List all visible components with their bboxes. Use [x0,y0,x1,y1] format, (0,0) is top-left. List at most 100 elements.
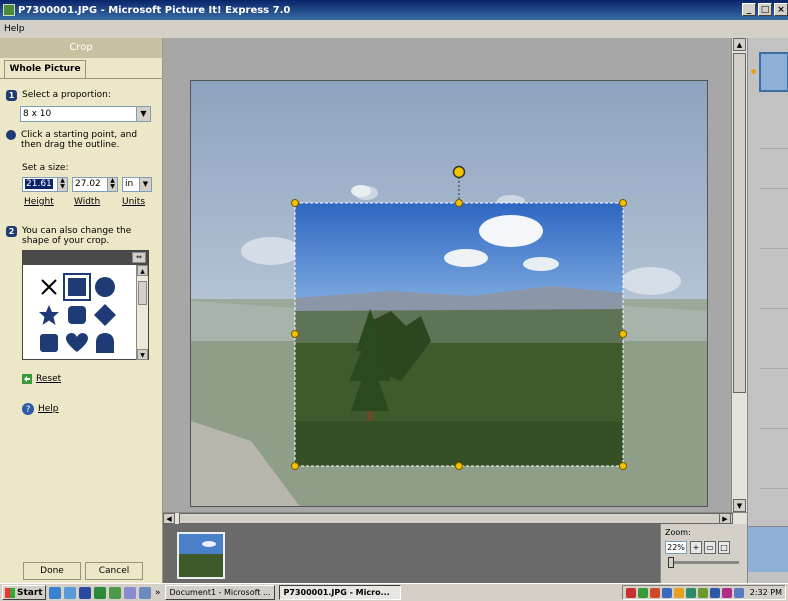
expand-icon[interactable]: ⇔ [132,252,146,263]
proportion-value: 8 x 10 [23,109,52,119]
scroll-up-icon[interactable]: ▲ [137,265,148,276]
desktop-icon[interactable] [139,586,151,599]
word-icon[interactable] [79,586,91,599]
rotate-handle-icon[interactable] [452,165,466,179]
scroll-down-icon[interactable]: ▼ [733,499,746,512]
preview-thumbnail[interactable] [748,526,788,572]
scroll-thumb[interactable] [138,281,147,305]
cancel-button[interactable]: Cancel [85,562,143,580]
film-thumbnail[interactable] [177,532,225,579]
zoom-slider-track[interactable] [669,561,739,564]
chevron-down-icon[interactable]: ▼ [139,178,151,191]
tray-icon[interactable] [625,587,636,598]
shape-square[interactable] [63,273,91,301]
title-bar: P7300001.JPG - Microsoft Picture It! Exp… [0,0,788,20]
shape-arch[interactable] [91,329,119,357]
tray-icon[interactable] [673,587,684,598]
scroll-right-icon[interactable]: ▶ [719,513,731,524]
app-icon[interactable] [124,586,136,599]
current-indicator-icon [751,69,756,74]
height-spinner[interactable]: 21.61 ▲ ▼ [22,177,68,192]
excel-icon[interactable] [94,586,106,599]
zoom-value-field[interactable]: 22% [665,541,687,554]
zoom-slider-knob[interactable] [668,557,674,568]
window-title: P7300001.JPG - Microsoft Picture It! Exp… [18,4,291,16]
close-button[interactable]: × [774,3,788,16]
chevron-down-icon[interactable]: ▼ [136,107,150,121]
reset-label[interactable]: Reset [36,374,61,384]
scroll-up-icon[interactable]: ▲ [733,38,746,51]
proportion-select[interactable]: 8 x 10 ▼ [20,106,151,122]
maximize-button[interactable]: □ [758,3,772,16]
thumbnail-strip [747,38,788,583]
zoom-in-icon[interactable]: + [690,541,702,554]
width-value[interactable]: 27.02 [75,179,101,189]
crop-handle-s[interactable] [455,462,463,470]
set-size-label: Set a size: [22,163,69,173]
scroll-thumb[interactable] [179,513,733,524]
tray-icon[interactable] [697,587,708,598]
tray-icon[interactable] [637,587,648,598]
task-picture-it[interactable]: P7300001.JPG - Micro... [278,585,401,600]
crop-handle-se[interactable] [619,462,627,470]
horizontal-scrollbar[interactable]: ◀ ▶ [163,512,747,524]
strip-divider [760,368,788,369]
reset-link[interactable]: Reset [22,374,61,384]
spinner-arrows-icon[interactable]: ▲ ▼ [107,178,117,191]
quicklaunch-chevron[interactable]: » [155,588,161,598]
publisher-icon[interactable] [109,586,121,599]
zoom-actual-icon[interactable]: □ [718,541,730,554]
tray-icon[interactable] [721,587,732,598]
crop-handle-sw[interactable] [291,462,299,470]
shape-none[interactable] [35,273,63,301]
scroll-left-icon[interactable]: ◀ [163,513,175,524]
scroll-thumb[interactable] [733,53,746,393]
ie-icon[interactable] [49,586,61,599]
help-label[interactable]: Help [38,404,59,414]
crop-region [295,185,623,466]
strip-divider [760,188,788,189]
units-select[interactable]: in ▼ [122,177,152,192]
help-link[interactable]: ? Help [22,403,59,415]
system-tray: 2:32 PM [621,585,786,600]
tab-whole-picture[interactable]: Whole Picture [4,60,86,78]
minimize-button[interactable]: _ [742,3,756,16]
image-canvas[interactable] [163,38,747,522]
scroll-down-icon[interactable]: ▼ [137,349,148,360]
shape-diamond[interactable] [91,301,119,329]
zoom-label: Zoom: [665,528,691,537]
task-document1[interactable]: Document1 - Microsoft ... [164,585,275,600]
tray-icon[interactable] [649,587,660,598]
shape-heart[interactable] [63,329,91,357]
taskbar: Start » Document1 - Microsoft ... P73000… [0,583,788,601]
strip-thumbnail[interactable] [759,52,788,92]
tray-icon[interactable] [709,587,720,598]
help-icon: ? [22,403,34,415]
shape-soft-square[interactable] [35,329,63,357]
crop-handle-ne[interactable] [619,199,627,207]
tray-icon[interactable] [661,587,672,598]
circle-shape-icon [95,277,115,297]
start-button[interactable]: Start [2,585,46,600]
crop-handle-e[interactable] [619,330,627,338]
done-button[interactable]: Done [23,562,81,580]
vertical-scrollbar[interactable]: ▲ ▼ [731,38,747,512]
photo[interactable] [190,80,708,507]
zoom-fit-icon[interactable]: ▭ [704,541,716,554]
tray-icon[interactable] [685,587,696,598]
crop-handle-w[interactable] [291,330,299,338]
crop-handle-n[interactable] [455,199,463,207]
width-spinner[interactable]: 27.02 ▲ ▼ [72,177,118,192]
units-label: Units [122,197,146,207]
outlook-icon[interactable] [64,586,76,599]
shape-rounded-square[interactable] [63,301,91,329]
width-label: Width [74,197,101,207]
shape-circle[interactable] [91,273,119,301]
spinner-arrows-icon[interactable]: ▲ ▼ [57,178,67,191]
shape-scrollbar[interactable]: ▲ ▼ [136,265,148,360]
height-value[interactable]: 21.61 [25,179,53,189]
crop-handle-nw[interactable] [291,199,299,207]
menu-help[interactable]: Help [4,24,25,34]
volume-icon[interactable] [733,587,744,598]
shape-star[interactable] [35,301,63,329]
